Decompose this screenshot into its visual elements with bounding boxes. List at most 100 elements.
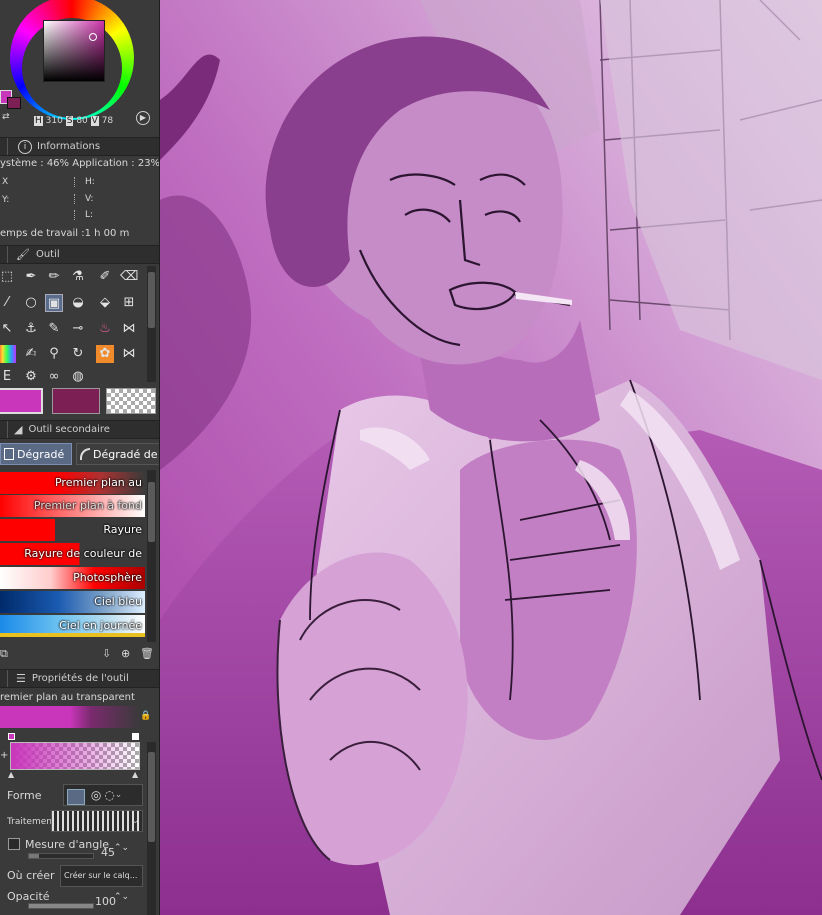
airbrush-tool-icon[interactable]: ⚗ [69, 268, 87, 286]
panel-grip[interactable] [0, 138, 8, 155]
smudge-tool-icon[interactable]: ↻ [69, 345, 87, 363]
left-panel: ⇄ H 310 S 80 V 78 ▶ i Informations ystèm… [0, 0, 160, 915]
gradient-item[interactable]: Premier plan au transparent [0, 472, 145, 511]
gradient-item[interactable]: Rayure de couleur de fond [0, 543, 145, 582]
duplicate-icon[interactable]: ⊕ [121, 647, 130, 660]
panel-grip[interactable] [0, 246, 8, 263]
brush-icon: 🖌 [16, 248, 30, 261]
scroll-thumb[interactable] [148, 272, 155, 328]
bow-icon[interactable]: ⋈ [120, 320, 138, 338]
text-tool-icon[interactable]: E [0, 368, 16, 386]
drawing-canvas[interactable] [160, 0, 822, 915]
gradient-list-scrollbar[interactable] [147, 470, 156, 642]
transparent-color-swatch[interactable] [106, 388, 156, 414]
color-palette-icon[interactable] [0, 345, 16, 363]
scroll-thumb[interactable] [148, 482, 155, 542]
selection-tool-icon[interactable]: ⬚ [0, 268, 16, 286]
s-marker: S [65, 116, 74, 126]
eraser-tool-icon[interactable]: ⌫ [120, 268, 138, 286]
artwork-illustration[interactable] [160, 0, 822, 915]
opacity-label: Opacité [7, 890, 50, 903]
circle-shape-icon[interactable]: ◎ [91, 788, 101, 802]
stop-marker-icon[interactable]: ▲ [8, 770, 14, 779]
pen-tool-icon[interactable]: ✒ [22, 268, 40, 286]
main-color-swatch[interactable] [0, 388, 43, 414]
figure-tool-icon[interactable]: ⚙ [22, 368, 40, 386]
angle-checkbox[interactable] [8, 838, 20, 850]
info-panel-header[interactable]: i Informations [0, 137, 159, 156]
forme-selector[interactable]: ◎ ◌ ⌄ [63, 784, 143, 806]
chevron-down-icon[interactable]: ⌄ [131, 811, 139, 831]
preset-name: remier plan au transparent [0, 692, 135, 703]
gradient-item-label: Premier plan à fond [33, 499, 142, 512]
gradient-item[interactable]: Ciel bleu [0, 591, 145, 613]
brush-tool-icon[interactable]: ✍ [22, 345, 40, 363]
lasso-tool-icon[interactable]: ⊸ [69, 320, 87, 338]
work-time: emps de travail :1 h 00 m [0, 228, 130, 239]
grid-tool-icon[interactable]: ⊞ [120, 294, 138, 312]
move-tool-icon[interactable]: ↖ [0, 320, 16, 338]
ellipse-shape-icon[interactable]: ◌ [104, 788, 114, 802]
trash-icon[interactable]: 🗑 [140, 647, 154, 660]
rope-icon[interactable]: ∞ [45, 368, 63, 386]
stop-marker-icon[interactable]: ▲ [132, 770, 138, 779]
gradient-item[interactable]: Photosphère [0, 567, 145, 589]
marker-tool-icon[interactable]: ✏ [45, 268, 63, 286]
gradient-item-label: Photosphère [73, 571, 142, 584]
tool-panel-header[interactable]: 🖌 Outil [0, 245, 159, 264]
panel-grip[interactable] [0, 421, 8, 438]
traitement-selector[interactable]: ⌄ [51, 810, 143, 832]
create-location-select[interactable]: Créer sur le calq... [60, 865, 143, 887]
v-value: 78 [101, 116, 114, 126]
opacity-slider[interactable] [28, 903, 94, 909]
h-value: 310 [45, 116, 63, 126]
color-picker-cursor[interactable] [89, 33, 97, 41]
gradient-item[interactable]: Rayure [0, 519, 145, 541]
subtool-panel-title: Outil secondaire [28, 424, 110, 435]
ribbon-icon[interactable]: ⋈ [120, 345, 138, 363]
add-stop-icon[interactable]: + [0, 750, 8, 761]
fill-tool-icon[interactable]: ⬙ [96, 294, 114, 312]
tool-scrollbar[interactable] [147, 266, 156, 382]
opacity-stepper[interactable]: ⌃⌄ [114, 892, 129, 902]
layer-move-tool-icon[interactable]: ⚓ [22, 320, 40, 338]
angle-slider[interactable] [28, 853, 94, 859]
chevron-down-icon[interactable]: ⌄ [115, 785, 123, 805]
import-icon[interactable]: ⇩ [102, 647, 111, 660]
eyedropper-tool-icon[interactable]: ⁄ [0, 294, 16, 312]
play-icon[interactable]: ▶ [136, 111, 150, 125]
gradient-tool-icon[interactable]: ▣ [45, 294, 63, 312]
subtool-panel-header[interactable]: ◢ Outil secondaire [0, 420, 159, 439]
gradient-editor[interactable] [10, 742, 140, 770]
cake-icon[interactable]: ♨ [96, 320, 114, 338]
swap-colors-icon[interactable]: ⇄ [2, 112, 10, 122]
saturation-value-box[interactable] [43, 20, 105, 82]
properties-scrollbar[interactable] [147, 742, 156, 915]
decoration-tool-icon[interactable]: ✐ [96, 268, 114, 286]
traitement-label: Traitement [7, 817, 56, 827]
pencil-tool-icon[interactable]: ✎ [45, 320, 63, 338]
gradient-item[interactable]: Ciel en journée [0, 615, 145, 637]
sub-color-swatch[interactable] [52, 388, 100, 414]
panel-grip[interactable] [0, 670, 8, 687]
ellipse-tool-icon[interactable]: ○ [22, 294, 40, 312]
copy-icon[interactable]: ⧉ [0, 647, 8, 661]
properties-panel-title: Propriétés de l'outil [31, 673, 129, 684]
lock-icon[interactable]: 🔒 [140, 711, 151, 721]
line-shape-icon[interactable] [67, 788, 85, 805]
gradient-stop-right[interactable] [132, 733, 139, 740]
h-size-label: H: [74, 177, 95, 187]
scroll-thumb[interactable] [148, 752, 155, 842]
angle-stepper[interactable]: ⌃⌄ [114, 843, 129, 853]
stamp-tool-icon[interactable]: ⚲ [45, 345, 63, 363]
blend-tool-icon[interactable]: ◒ [69, 294, 87, 312]
background-color-swatch[interactable] [7, 97, 21, 109]
slider-fill [29, 854, 39, 858]
gradient-stop-left[interactable] [8, 733, 15, 740]
gradient-item[interactable]: Premier plan à fond [0, 495, 145, 517]
texture-icon[interactable]: ◍ [69, 368, 87, 386]
properties-panel-header[interactable]: ☰ Propriétés de l'outil [0, 669, 159, 688]
orange-brush-icon[interactable]: ✿ [96, 345, 114, 363]
tool-panel-title: Outil [35, 249, 60, 260]
opacity-value: 100 [95, 895, 116, 908]
